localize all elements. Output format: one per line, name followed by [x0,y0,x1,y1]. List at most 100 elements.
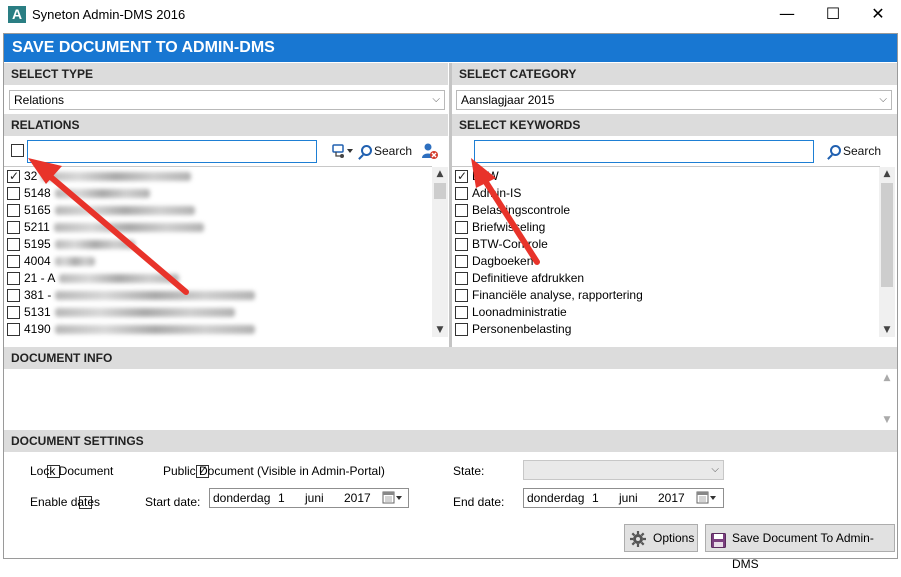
keyword-item[interactable]: Belastingscontrole [455,202,875,219]
relation-item[interactable]: 32 [7,168,427,185]
scroll-up-icon[interactable]: ▲ [879,167,895,181]
scroll-down-icon[interactable]: ▼ [879,323,895,337]
start-date-year[interactable]: 2017 [344,489,371,507]
start-date-month[interactable]: juni [305,489,324,507]
relation-code: 4004 [24,254,51,268]
start-date-day[interactable]: 1 [278,489,285,507]
redacted-name [59,274,180,284]
relation-item[interactable]: 21 - A [7,270,427,287]
scroll-up-icon[interactable]: ▲ [432,167,448,181]
relations-scrollbar[interactable]: ▲ ▼ [432,167,448,337]
relations-select-all-checkbox[interactable] [11,144,24,157]
relations-search-button[interactable]: Search [361,141,412,161]
keyword-item[interactable]: Definitieve afdrukken [455,270,875,287]
select-type-dropdown[interactable]: Relations ⌵ [9,90,445,110]
keyword-item[interactable]: Dagboeken [455,253,875,270]
gear-icon [630,530,646,556]
keyword-checkbox[interactable] [455,289,468,302]
keyword-label: Financiële analyse, rapportering [472,288,643,302]
scroll-down-icon[interactable]: ▼ [432,323,448,337]
select-category-dropdown[interactable]: Aanslagjaar 2015 ⌵ [456,90,892,110]
document-info-scrollbar[interactable]: ▲ ▼ [879,371,895,427]
keyword-checkbox[interactable] [455,323,468,336]
keyword-item[interactable]: Financiële analyse, rapportering [455,287,875,304]
scroll-thumb[interactable] [881,183,893,287]
relation-item[interactable]: 4004 [7,253,427,270]
keyword-checkbox[interactable] [455,238,468,251]
relation-item[interactable]: 5148 [7,185,427,202]
keyword-item[interactable]: Admin-IS [455,185,875,202]
keyword-label: Personenbelasting [472,322,572,336]
document-info-textarea[interactable] [6,370,895,428]
end-date-month[interactable]: juni [619,489,638,507]
keyword-item[interactable]: BTW-Controle [455,236,875,253]
calendar-icon[interactable] [382,491,404,510]
keyword-checkbox[interactable] [455,255,468,268]
lock-document-label: Lock Document [30,464,114,478]
keywords-search-button[interactable]: Search [830,141,881,161]
end-date-picker[interactable]: donderdag 1 juni 2017 [523,488,724,508]
keyword-checkbox[interactable] [455,187,468,200]
relation-item[interactable]: 4190 [7,321,427,338]
relation-checkbox[interactable] [7,255,20,268]
keyword-label: Dagboeken [472,254,534,268]
chevron-down-icon: ⌵ [711,464,719,475]
relation-item[interactable]: 5131 [7,304,427,321]
minimize-button[interactable]: — [764,0,810,30]
scroll-down-icon[interactable]: ▼ [879,413,895,427]
relation-checkbox[interactable] [7,187,20,200]
relation-checkbox[interactable] [7,238,20,251]
maximize-button[interactable]: ☐ [810,0,856,30]
save-document-button[interactable]: Save Document To Admin-DMS [705,524,895,571]
relation-item[interactable]: 5165 [7,202,427,219]
relation-label: 5148 [24,185,150,202]
keywords-scrollbar[interactable]: ▲ ▼ [879,167,895,337]
chevron-down-icon: ⌵ [432,94,440,105]
relation-code: 5195 [24,237,51,251]
options-button[interactable]: Options [624,524,698,552]
relation-checkbox[interactable] [7,204,20,217]
keyword-checkbox[interactable] [455,204,468,217]
keyword-checkbox[interactable] [455,306,468,319]
relation-item[interactable]: 5211 [7,219,427,236]
end-date-label: End date: [453,495,505,509]
keyword-item[interactable]: Loonadministratie [455,304,875,321]
keyword-checkbox[interactable] [455,272,468,285]
keyword-item[interactable]: Briefwisseling [455,219,875,236]
relations-search-input[interactable] [27,140,317,163]
start-date-picker[interactable]: donderdag 1 juni 2017 [209,488,409,508]
redacted-name [53,223,204,233]
relations-list[interactable]: 32 5148 5165 5211 5195 4004 21 - A 381 - 5131 419… [4,166,432,342]
relation-label: 32 [24,168,192,185]
relation-checkbox[interactable] [7,168,20,185]
relation-item[interactable]: 5195 [7,236,427,253]
scroll-up-icon[interactable]: ▲ [879,371,895,385]
relations-search-label: Search [374,144,413,158]
keyword-checkbox[interactable] [455,168,468,185]
keyword-item[interactable]: BTW [455,168,875,185]
relation-item[interactable]: 381 - [7,287,427,304]
relation-checkbox[interactable] [7,221,20,234]
calendar-icon[interactable] [696,491,718,510]
keyword-item[interactable]: Personenbelasting [455,321,875,338]
keywords-search-label: Search [843,144,882,158]
relation-checkbox[interactable] [7,306,20,319]
relation-checkbox[interactable] [7,323,20,336]
start-date-weekday[interactable]: donderdag [213,489,270,507]
redacted-name [54,257,95,267]
end-date-year[interactable]: 2017 [658,489,685,507]
clear-user-icon[interactable] [421,142,439,160]
state-dropdown[interactable]: ⌵ [523,460,724,480]
keyword-checkbox[interactable] [455,221,468,234]
end-date-weekday[interactable]: donderdag [527,489,584,507]
keyword-label: Belastingscontrole [472,203,571,217]
relation-checkbox[interactable] [7,272,20,285]
close-button[interactable]: ✕ [855,0,901,30]
filter-dropdown-icon[interactable] [332,143,354,159]
keywords-search-input[interactable] [474,140,814,163]
relation-checkbox[interactable] [7,289,20,302]
relation-label: 4004 [24,253,95,270]
keywords-list[interactable]: BTW Admin-IS Belastingscontrole Briefwissel… [452,166,880,342]
scroll-thumb[interactable] [434,183,446,199]
end-date-day[interactable]: 1 [592,489,599,507]
